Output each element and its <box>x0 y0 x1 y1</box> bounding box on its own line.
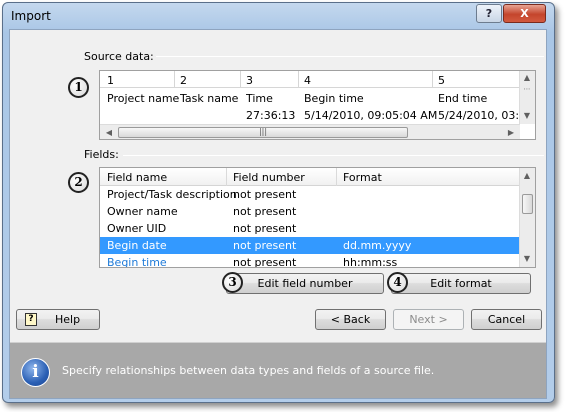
column-header-format[interactable]: Format <box>343 171 382 184</box>
field-name-cell: Begin time <box>107 256 167 268</box>
source-cell: End time <box>438 92 488 105</box>
table-row-selected[interactable]: Begin date not present dd.mm.yyyy <box>100 237 520 254</box>
fields-table[interactable]: Field name Field number Format Project/T… <box>99 167 536 268</box>
fields-vertical-scrollbar[interactable]: ▲ ▼ <box>519 168 535 267</box>
scroll-down-arrow-icon[interactable]: ▼ <box>520 111 534 120</box>
source-horizontal-scrollbar[interactable]: ◀ ||| ▶ <box>100 124 520 139</box>
edit-field-number-button[interactable]: Edit field number <box>226 273 384 294</box>
table-row[interactable]: Begin time not present hh:mm:ss <box>100 254 520 268</box>
source-cell: Time <box>246 92 273 105</box>
source-cell: Task name <box>180 92 239 105</box>
field-name-cell: Owner UID <box>107 222 167 235</box>
source-column-header: 4 <box>304 74 311 87</box>
horizontal-scroll-thumb[interactable]: ||| <box>118 127 408 138</box>
source-cell: Begin time <box>304 92 364 105</box>
row-divider <box>100 87 520 88</box>
column-separator <box>226 168 227 186</box>
dialog-client-area: Source data: 1 1 2 3 4 5 Project name Ta… <box>9 29 547 399</box>
marker-3: 3 <box>222 272 243 293</box>
source-data-divider <box>156 56 544 57</box>
column-separator <box>298 71 299 87</box>
grip-icon: ⋯ <box>523 85 531 93</box>
marker-4: 4 <box>387 272 408 293</box>
column-header-field-name[interactable]: Field name <box>107 171 167 184</box>
info-icon: i <box>21 358 50 387</box>
fields-label: Fields: <box>84 148 119 161</box>
column-separator <box>240 71 241 87</box>
vertical-scroll-thumb[interactable] <box>522 194 533 214</box>
cancel-button[interactable]: Cancel <box>471 309 542 330</box>
marker-2: 2 <box>68 172 89 193</box>
table-row[interactable]: Owner UID not present <box>100 220 520 237</box>
format-cell: hh:mm:ss <box>343 256 398 268</box>
field-number-cell: not present <box>233 205 297 218</box>
table-row[interactable]: Project/Task description not present <box>100 186 520 203</box>
source-data-label: Source data: <box>84 50 154 63</box>
source-cell: 5/14/2010, 09:05:04 AM <box>304 109 438 122</box>
source-cell: 5/24/2010, 03:4 <box>438 109 520 122</box>
field-number-cell: not present <box>233 188 297 201</box>
edit-format-button[interactable]: Edit format <box>391 273 531 294</box>
scroll-down-arrow-icon[interactable]: ▼ <box>520 254 534 263</box>
fields-divider <box>123 155 544 156</box>
field-name-cell: Begin date <box>107 239 167 252</box>
info-bar: i Specify relationships between data typ… <box>10 343 546 398</box>
column-separator <box>432 71 433 87</box>
help-icon: ? <box>25 313 37 326</box>
source-cell: 27:36:13 <box>246 109 296 122</box>
title-help-button[interactable]: ? <box>476 4 502 23</box>
field-name-cell: Project/Task description <box>107 188 237 201</box>
field-number-cell: not present <box>233 222 297 235</box>
import-dialog: Import ? X Source data: 1 1 2 3 4 5 Proj… <box>2 2 555 403</box>
fields-table-header: Field name Field number Format <box>100 168 520 186</box>
help-button-label: Help <box>55 313 81 326</box>
marker-1: 1 <box>68 77 89 98</box>
scroll-up-arrow-icon[interactable]: ▲ <box>520 73 534 82</box>
next-button[interactable]: Next > <box>393 309 464 330</box>
source-vertical-scrollbar[interactable]: ▲ ⋯ ▼ <box>519 71 535 124</box>
source-column-header: 5 <box>438 74 445 87</box>
column-header-field-number[interactable]: Field number <box>233 171 305 184</box>
help-button[interactable]: ? Help <box>16 309 100 330</box>
scroll-up-arrow-icon[interactable]: ▲ <box>520 171 534 180</box>
field-name-cell: Owner name <box>107 205 178 218</box>
dialog-title: Import <box>11 9 51 23</box>
source-cell: Project name <box>107 92 180 105</box>
column-separator <box>174 71 175 87</box>
source-column-header: 1 <box>107 74 114 87</box>
scroll-right-arrow-icon[interactable]: ▶ <box>504 128 518 137</box>
info-message: Specify relationships between data types… <box>62 364 435 377</box>
source-data-grid[interactable]: 1 2 3 4 5 Project name Task name Time Be… <box>99 70 536 140</box>
close-button[interactable]: X <box>503 4 546 23</box>
scroll-left-arrow-icon[interactable]: ◀ <box>102 128 116 137</box>
table-row[interactable]: Owner name not present <box>100 203 520 220</box>
column-separator <box>336 168 337 186</box>
back-button[interactable]: < Back <box>315 309 386 330</box>
source-column-header: 3 <box>246 74 253 87</box>
source-column-header: 2 <box>180 74 187 87</box>
format-cell: dd.mm.yyyy <box>343 239 412 252</box>
field-number-cell: not present <box>233 239 297 252</box>
field-number-cell: not present <box>233 256 297 268</box>
